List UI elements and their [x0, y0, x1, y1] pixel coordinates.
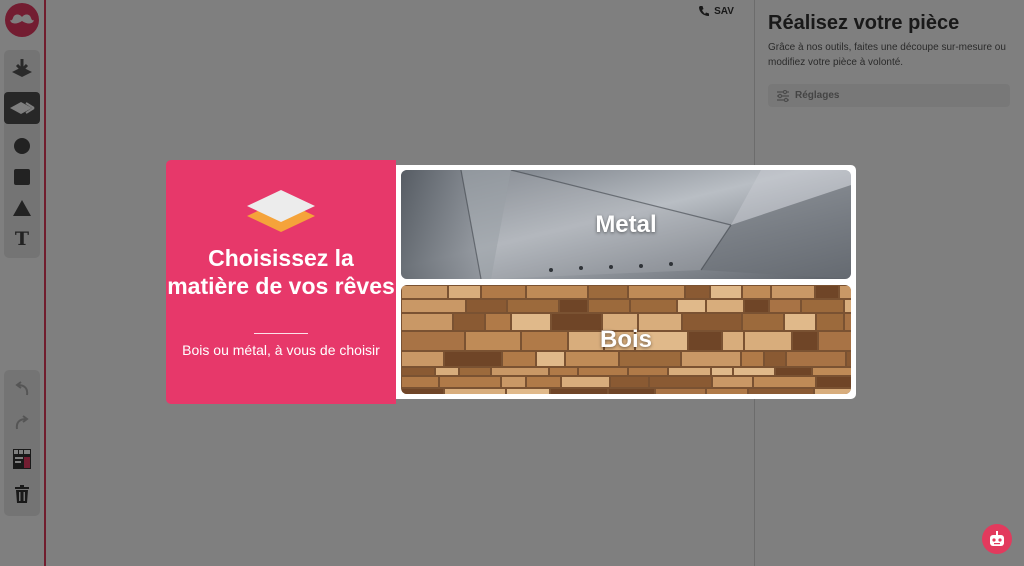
material-dialog: Choisissez la matière de vos rêves Bois …	[166, 160, 856, 404]
dialog-subtitle: Bois ou métal, à vous de choisir	[182, 342, 380, 358]
wood-label: Bois	[599, 325, 652, 353]
robot-icon	[990, 531, 1004, 546]
assistant-button[interactable]	[982, 524, 1012, 554]
material-options: Metal Bois	[396, 165, 856, 399]
layers-icon	[247, 190, 315, 232]
material-option-wood[interactable]: Bois	[401, 285, 851, 394]
dialog-heading: Choisissez la matière de vos rêves	[167, 245, 395, 299]
dialog-divider	[254, 333, 308, 334]
dialog-intro: Choisissez la matière de vos rêves Bois …	[166, 160, 396, 404]
metal-label: Metal	[595, 210, 657, 238]
material-option-metal[interactable]: Metal	[401, 170, 851, 279]
